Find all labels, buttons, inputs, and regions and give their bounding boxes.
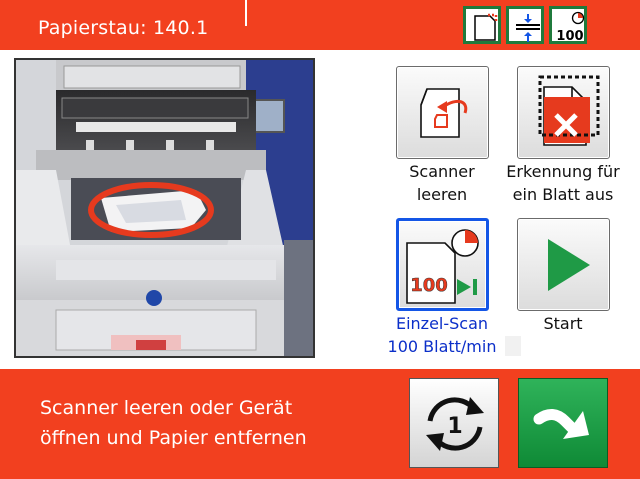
speed-100-label: 100 [556,29,583,44]
single-sheet-detection-button[interactable] [517,66,610,159]
single-scan-100: 100 [410,275,448,296]
single-sheet-detection-label: Erkennung für ein Blatt aus [506,162,620,204]
play-icon [548,239,590,291]
curved-arrow-icon [533,409,589,439]
empty-scanner-icon [420,88,468,138]
speed-100-icon: 100 [549,6,587,44]
compress-height-icon [506,6,544,44]
single-scan-icon: 100 [406,229,479,304]
scanner-photo [14,58,315,358]
scanner-leeren-button[interactable] [396,66,489,159]
minor-mark [505,336,521,356]
counter-value: 1 [447,414,462,439]
single-sheet-off-icon [538,75,600,146]
reset-counter-button[interactable]: 1 [409,378,499,468]
status-message: Scanner leeren oder Gerät öffnen und Pap… [40,397,307,449]
start-label: Start [543,314,583,333]
refresh-counter-icon: 1 [426,397,484,451]
page-title: Papierstau: 140.1 [38,17,209,39]
start-button[interactable] [517,218,610,311]
page-corner-icon [463,6,501,44]
confirm-button[interactable] [518,378,608,468]
einzel-scan-button[interactable]: 100 [396,218,489,311]
header-divider [245,0,247,26]
